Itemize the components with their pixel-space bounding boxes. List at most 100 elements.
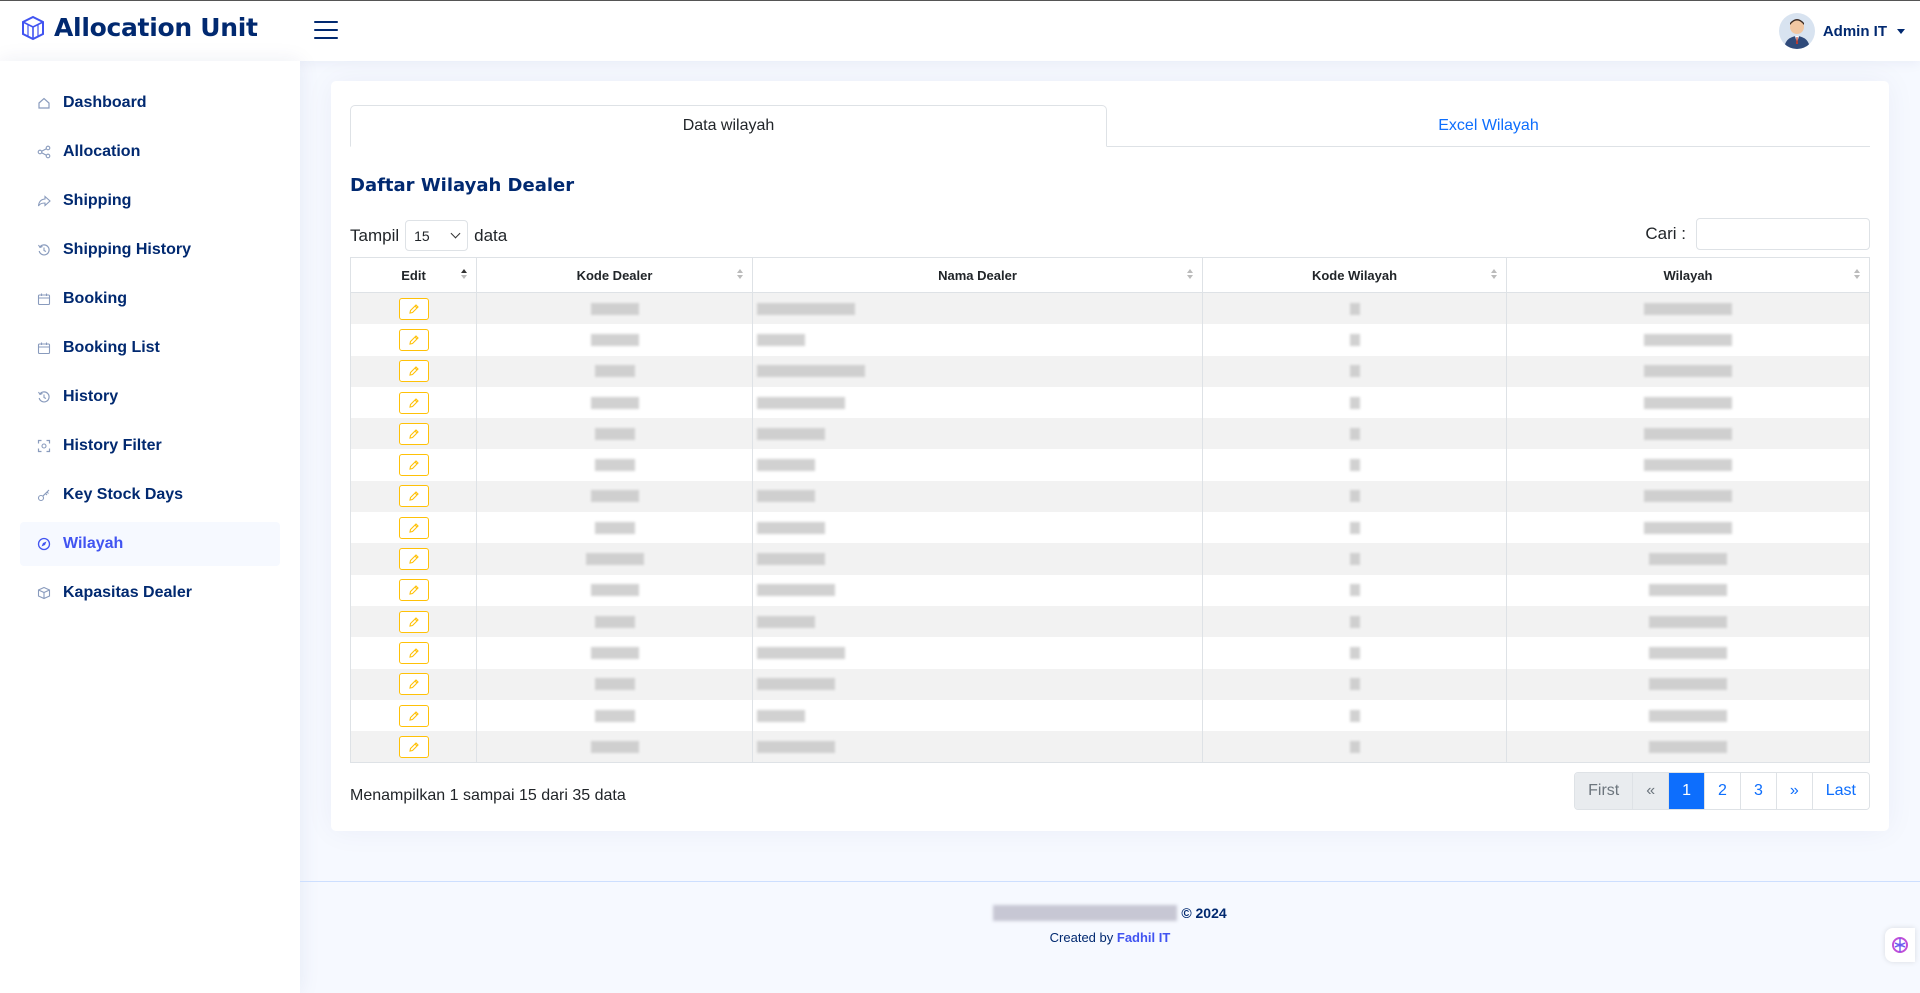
kode-dealer-cell <box>477 731 753 763</box>
redacted-value <box>594 427 635 440</box>
edit-button[interactable] <box>398 548 429 571</box>
edit-button[interactable] <box>398 579 429 602</box>
table-row <box>351 355 1869 387</box>
edit-button[interactable] <box>398 516 429 539</box>
edit-cell <box>351 293 477 325</box>
sidebar-item-key-stock-days[interactable]: Key Stock Days <box>20 473 280 517</box>
redacted-value <box>1349 333 1360 346</box>
app-logo[interactable]: Allocation Unit <box>20 13 258 42</box>
sidebar-item-booking-list[interactable]: Booking List <box>20 326 280 370</box>
edit-cell <box>351 605 477 638</box>
profile-dropdown[interactable]: Admin IT <box>1778 13 1905 49</box>
wilayah-cell <box>1507 700 1869 731</box>
pagination-next[interactable]: » <box>1776 773 1813 809</box>
pencil-icon <box>408 460 419 470</box>
pagination-prev[interactable]: « <box>1633 773 1670 809</box>
nama-dealer-cell <box>753 480 1203 513</box>
kode-dealer-cell <box>477 512 753 544</box>
nama-dealer-cell <box>753 293 1203 325</box>
table-row <box>351 731 1869 763</box>
table-row <box>351 449 1869 481</box>
pagination-first[interactable]: First <box>1575 773 1634 809</box>
redacted-value <box>1649 615 1727 628</box>
edit-button[interactable] <box>398 454 429 477</box>
redacted-value <box>590 490 639 503</box>
pagination-last[interactable]: Last <box>1812 773 1869 809</box>
table-search: Cari : <box>1645 218 1870 250</box>
table-row <box>351 605 1869 638</box>
edit-button[interactable] <box>398 422 429 445</box>
redacted-value <box>594 521 635 534</box>
sidebar-item-booking[interactable]: Booking <box>20 277 280 321</box>
floating-assistant-button[interactable] <box>1885 928 1915 962</box>
edit-button[interactable] <box>398 735 429 758</box>
sidebar-item-shipping[interactable]: Shipping <box>20 179 280 223</box>
kode-dealer-cell <box>477 386 753 419</box>
sidebar-item-kapasitas-dealer[interactable]: Kapasitas Dealer <box>20 571 280 615</box>
column-header-kode-dealer[interactable]: Kode Dealer <box>477 258 753 292</box>
edit-button[interactable] <box>398 641 429 664</box>
edit-cell <box>351 637 477 669</box>
redacted-value <box>590 302 639 315</box>
sidebar-item-history[interactable]: History <box>20 375 280 419</box>
pencil-icon <box>408 522 419 533</box>
pagination-page-3[interactable]: 3 <box>1740 773 1777 809</box>
key-icon <box>37 489 50 502</box>
column-header-edit[interactable]: Edit <box>351 258 477 292</box>
kode-wilayah-cell <box>1203 605 1507 638</box>
edit-button[interactable] <box>398 360 429 383</box>
filter-frame-icon <box>37 439 51 453</box>
redacted-value <box>1649 553 1727 566</box>
sidebar-item-shipping-history[interactable]: Shipping History <box>20 228 280 272</box>
edit-button[interactable] <box>398 485 429 508</box>
redacted-value <box>594 678 635 691</box>
redacted-value <box>1349 584 1360 597</box>
nama-dealer-cell <box>753 731 1203 763</box>
column-label: Edit <box>401 267 426 283</box>
redacted-value <box>1349 490 1360 503</box>
sidebar-item-allocation[interactable]: Allocation <box>20 130 280 174</box>
redacted-value <box>1644 459 1732 472</box>
credit-author-link[interactable]: Fadhil IT <box>1117 930 1170 945</box>
column-header-nama-dealer[interactable]: Nama Dealer <box>753 258 1203 292</box>
redacted-value <box>1644 333 1732 346</box>
redacted-value <box>757 365 865 378</box>
copyright: © 2024 <box>300 905 1920 921</box>
tab-excel-wilayah[interactable]: Excel Wilayah <box>1107 105 1870 147</box>
redacted-value <box>590 646 639 659</box>
sidebar-item-history-filter[interactable]: History Filter <box>20 424 280 468</box>
sidebar-item-dashboard[interactable]: Dashboard <box>20 81 280 125</box>
edit-button[interactable] <box>398 673 429 696</box>
edit-button[interactable] <box>398 328 429 351</box>
top-header: Allocation Unit Admin IT <box>0 0 1920 61</box>
app-title: Allocation Unit <box>54 13 258 42</box>
sidebar-toggle-icon[interactable] <box>314 21 338 41</box>
table-row <box>351 543 1869 575</box>
column-header-wilayah[interactable]: Wilayah <box>1507 258 1869 292</box>
edit-button[interactable] <box>398 704 429 727</box>
sidebar-item-label: History <box>63 388 119 405</box>
kode-dealer-cell <box>477 637 753 669</box>
pagination-page-1[interactable]: 1 <box>1669 773 1706 809</box>
length-prefix-label: Tampil <box>350 225 400 245</box>
column-header-kode-wilayah[interactable]: Kode Wilayah <box>1203 258 1507 292</box>
redacted-value <box>1649 646 1727 659</box>
column-label: Kode Dealer <box>576 267 653 283</box>
redacted-value <box>594 709 635 722</box>
pencil-icon <box>408 742 419 752</box>
kode-wilayah-cell <box>1203 355 1507 387</box>
search-input[interactable] <box>1696 218 1870 250</box>
edit-button[interactable] <box>398 297 429 320</box>
edit-cell <box>351 418 477 450</box>
page-length-select[interactable]: 15 <box>405 220 469 251</box>
edit-button[interactable] <box>398 610 429 633</box>
kode-dealer-cell <box>477 355 753 387</box>
redacted-value <box>757 427 825 440</box>
redacted-value <box>1349 646 1360 659</box>
pagination-page-2[interactable]: 2 <box>1705 773 1741 809</box>
pencil-icon <box>408 710 419 721</box>
redacted-value <box>1349 615 1360 628</box>
tab-data-wilayah[interactable]: Data wilayah <box>350 105 1107 147</box>
sidebar-item-wilayah[interactable]: Wilayah <box>20 522 280 566</box>
edit-button[interactable] <box>398 391 429 414</box>
